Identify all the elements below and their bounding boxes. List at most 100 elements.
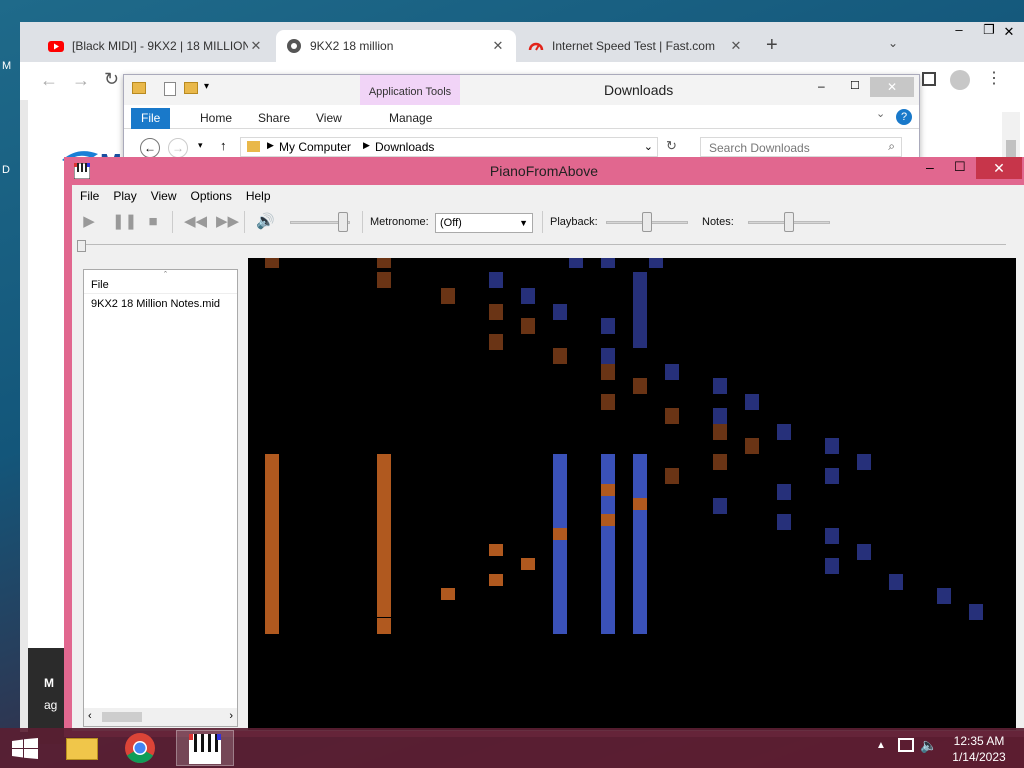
- piano-minimize-icon[interactable]: –: [926, 159, 934, 175]
- falling-note: [601, 454, 615, 634]
- search-input[interactable]: Search Downloads ⌕: [700, 137, 902, 157]
- new-tab-button[interactable]: +: [766, 34, 778, 57]
- toolbar-divider: [244, 211, 245, 233]
- play-icon[interactable]: ▶: [80, 213, 98, 231]
- chrome-tab-9kx2[interactable]: 9KX2 18 million ✕: [276, 30, 516, 62]
- youtube-icon: [48, 41, 64, 52]
- falling-note: [441, 588, 455, 600]
- back-icon[interactable]: ←: [40, 70, 58, 91]
- search-placeholder: Search Downloads: [709, 141, 810, 155]
- falling-note: [601, 364, 615, 380]
- explorer-close-button[interactable]: ✕: [870, 77, 914, 97]
- falling-note: [713, 408, 727, 424]
- ribbon-expand-icon[interactable]: ⌄: [876, 107, 885, 120]
- chrome-tab-youtube[interactable]: [Black MIDI] - 9KX2 | 18 MILLION ✕: [38, 30, 274, 62]
- menu-dots-icon[interactable]: ⋮: [986, 68, 1002, 88]
- menu-file[interactable]: File: [80, 189, 99, 203]
- taskbar-pianofromabove[interactable]: [176, 730, 234, 766]
- falling-note: [937, 588, 951, 604]
- show-hidden-icons[interactable]: ▲: [876, 740, 886, 751]
- position-slider-track[interactable]: [80, 244, 1006, 245]
- file-list-header[interactable]: File ˆ: [84, 270, 237, 294]
- toolbar-divider: [542, 211, 543, 233]
- back-icon[interactable]: ←: [140, 138, 160, 158]
- menu-options[interactable]: Options: [190, 189, 231, 203]
- taskbar-explorer[interactable]: [60, 730, 104, 766]
- horizontal-scrollbar[interactable]: ‹ ›: [84, 708, 237, 726]
- falling-note: [569, 258, 583, 268]
- taskbar-chrome[interactable]: [118, 730, 162, 766]
- tab-search-icon[interactable]: ⌄: [888, 36, 898, 50]
- falling-note: [553, 304, 567, 320]
- quick-access-dropdown-icon[interactable]: ▾: [204, 81, 209, 92]
- falling-note: [601, 484, 615, 496]
- windows-start-icon[interactable]: [12, 738, 38, 760]
- falling-note: [825, 528, 839, 544]
- forward-icon[interactable]: →: [72, 70, 90, 91]
- ribbon-tab-manage[interactable]: Manage: [379, 108, 442, 129]
- explorer-minimize-icon[interactable]: –: [818, 79, 825, 93]
- metronome-select[interactable]: (Off) ▼: [435, 213, 533, 233]
- falling-note: [713, 454, 727, 470]
- recent-locations-icon[interactable]: ▾: [198, 140, 203, 151]
- ribbon-tab-home[interactable]: Home: [190, 108, 242, 129]
- playback-slider-thumb[interactable]: [642, 212, 652, 232]
- minimize-icon[interactable]: –: [944, 20, 974, 40]
- refresh-icon[interactable]: ↻: [666, 138, 677, 154]
- falling-note: [713, 424, 727, 440]
- falling-note: [713, 498, 727, 514]
- stop-icon[interactable]: ■: [144, 213, 162, 231]
- falling-note: [825, 468, 839, 484]
- close-tab-icon[interactable]: ✕: [248, 38, 264, 54]
- falling-note: [633, 498, 647, 510]
- fast-forward-icon[interactable]: ▶▶: [216, 213, 239, 231]
- list-item[interactable]: 9KX2 18 Million Notes.mid: [91, 298, 220, 310]
- scrollbar-thumb[interactable]: [102, 712, 142, 722]
- rewind-icon[interactable]: ◀◀: [184, 213, 207, 231]
- volume-icon[interactable]: 🔊: [256, 213, 275, 231]
- scroll-right-icon[interactable]: ›: [229, 710, 233, 722]
- address-bar[interactable]: ▶ My Computer ▶ Downloads ⌄: [240, 137, 658, 157]
- breadcrumb-item[interactable]: My Computer: [279, 140, 351, 154]
- pause-icon[interactable]: ❚❚: [112, 213, 137, 231]
- speaker-icon[interactable]: 🔈: [920, 737, 937, 754]
- explorer-maximize-icon[interactable]: ☐: [850, 79, 860, 92]
- menu-view[interactable]: View: [151, 189, 177, 203]
- chrome-tab-fast[interactable]: Internet Speed Test | Fast.com ✕: [518, 30, 754, 62]
- up-icon[interactable]: ↑: [220, 138, 227, 153]
- close-tab-icon[interactable]: ✕: [728, 38, 744, 54]
- notes-slider-thumb[interactable]: [784, 212, 794, 232]
- piano-close-button[interactable]: ✕: [976, 157, 1022, 179]
- breadcrumb-item[interactable]: Downloads: [375, 140, 434, 154]
- piano-maximize-icon[interactable]: ☐: [954, 159, 966, 175]
- network-icon[interactable]: [898, 738, 914, 752]
- side-panel-icon[interactable]: [922, 72, 936, 86]
- search-icon[interactable]: ⌕: [888, 139, 895, 154]
- clock-date[interactable]: 1/14/2023: [946, 750, 1012, 764]
- ribbon-tab-view[interactable]: View: [306, 108, 352, 129]
- forward-icon[interactable]: →: [168, 138, 188, 158]
- menu-help[interactable]: Help: [246, 189, 271, 203]
- menu-play[interactable]: Play: [113, 189, 136, 203]
- new-folder-icon[interactable]: [184, 82, 198, 94]
- profile-avatar[interactable]: [950, 70, 970, 90]
- reload-icon[interactable]: ↻: [104, 69, 119, 90]
- falling-note: [601, 514, 615, 526]
- close-icon[interactable]: ✕: [994, 22, 1024, 42]
- ribbon-tab-share[interactable]: Share: [248, 108, 300, 129]
- falling-note: [265, 454, 279, 634]
- address-dropdown-icon[interactable]: ⌄: [644, 140, 653, 153]
- falling-note: [489, 544, 503, 556]
- properties-icon[interactable]: [164, 82, 176, 96]
- clock-time[interactable]: 12:35 AM: [946, 734, 1012, 748]
- close-tab-icon[interactable]: ✕: [490, 38, 506, 54]
- page-footer-text-2: ag: [44, 698, 58, 712]
- falling-note: [713, 378, 727, 394]
- help-icon[interactable]: ?: [896, 109, 912, 125]
- falling-note: [633, 272, 647, 348]
- piano-toolbar: ▶ ❚❚ ■ ◀◀ ▶▶ 🔊 Metronome: (Off) ▼ Playba…: [72, 207, 1024, 237]
- ribbon-tab-file[interactable]: File: [131, 108, 171, 129]
- position-slider-thumb[interactable]: [77, 240, 86, 252]
- volume-slider-thumb[interactable]: [337, 212, 348, 232]
- scroll-left-icon[interactable]: ‹: [88, 710, 92, 722]
